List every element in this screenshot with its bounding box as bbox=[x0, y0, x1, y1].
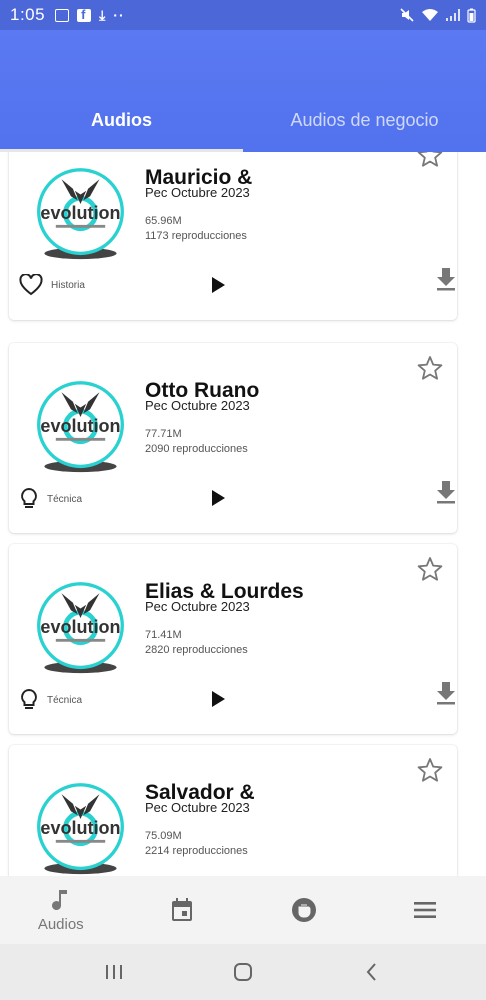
audio-size: 71.41M bbox=[145, 629, 182, 641]
play-icon[interactable] bbox=[209, 489, 227, 507]
download-notification-icon: ⤓ bbox=[99, 6, 106, 23]
audio-card[interactable]: evolution Mauricio & Pec Octubre 2023 65.96… bbox=[9, 152, 457, 320]
nav-menu[interactable] bbox=[365, 876, 486, 944]
audio-category-label: Técnica bbox=[47, 493, 83, 505]
nav-calendar[interactable] bbox=[122, 876, 244, 944]
logo-text: evolution bbox=[40, 416, 120, 436]
mute-icon bbox=[400, 8, 414, 22]
favorite-star-icon[interactable] bbox=[417, 355, 443, 381]
music-note-icon bbox=[51, 889, 67, 910]
audio-size: 75.09M bbox=[145, 830, 182, 842]
audio-subtitle: Pec Octubre 2023 bbox=[145, 599, 250, 614]
bottom-nav: Audios bbox=[0, 876, 486, 944]
audio-subtitle: Pec Octubre 2023 bbox=[145, 185, 250, 200]
wifi-icon bbox=[422, 9, 438, 21]
audio-plays: 2090 reproducciones bbox=[145, 443, 248, 455]
status-time: 1:05 bbox=[10, 5, 46, 24]
back-icon[interactable] bbox=[361, 961, 383, 983]
calendar-icon bbox=[172, 898, 193, 921]
home-icon[interactable] bbox=[232, 961, 254, 983]
menu-icon bbox=[414, 902, 437, 918]
evolution-logo: evolution bbox=[33, 781, 128, 876]
system-nav-bar bbox=[0, 944, 486, 1000]
audio-size: 77.71M bbox=[145, 428, 182, 440]
lightbulb-icon bbox=[19, 487, 39, 511]
audio-card[interactable]: evolution Salvador & Pec Octubre 2023 75.09… bbox=[9, 745, 457, 876]
facebook-notification-icon bbox=[77, 7, 92, 22]
audio-category: Historia bbox=[19, 274, 85, 296]
signal-icon bbox=[446, 9, 460, 21]
audio-subtitle: Pec Octubre 2023 bbox=[145, 800, 250, 815]
audio-list[interactable]: evolution Mauricio & Pec Octubre 2023 65.96… bbox=[0, 152, 486, 876]
audio-category: Técnica bbox=[19, 487, 82, 511]
recent-apps-icon[interactable] bbox=[103, 962, 125, 982]
play-icon[interactable] bbox=[209, 276, 227, 294]
play-icon[interactable] bbox=[209, 690, 227, 708]
nav-fist[interactable] bbox=[243, 876, 365, 944]
audio-card[interactable]: evolution Elias & Lourdes Pec Octubre 2023… bbox=[9, 544, 457, 734]
more-notifications-icon: ·· bbox=[113, 7, 125, 23]
logo-text: evolution bbox=[40, 617, 120, 637]
download-icon[interactable] bbox=[435, 479, 457, 505]
download-icon[interactable] bbox=[435, 266, 457, 292]
gallery-notification-icon bbox=[55, 8, 70, 22]
audio-subtitle: Pec Octubre 2023 bbox=[145, 398, 250, 413]
audio-card[interactable]: evolution Otto Ruano Pec Octubre 2023 77.71… bbox=[9, 343, 457, 533]
lightbulb-icon bbox=[19, 688, 39, 712]
favorite-star-icon[interactable] bbox=[417, 556, 443, 582]
audio-plays: 1173 reproducciones bbox=[145, 230, 247, 242]
tab-audios-negocio[interactable]: Audios de negocio bbox=[243, 90, 486, 152]
audio-category-label: Historia bbox=[51, 279, 85, 291]
evolution-logo: evolution bbox=[33, 379, 128, 474]
app-bar: Audios Audios de negocio bbox=[0, 30, 486, 152]
favorite-star-icon[interactable] bbox=[417, 152, 443, 168]
heart-icon bbox=[19, 274, 43, 296]
audio-size: 65.96M bbox=[145, 215, 182, 227]
logo-text: evolution bbox=[40, 203, 120, 223]
audio-plays: 2820 reproducciones bbox=[145, 644, 248, 656]
status-bar: 1:05 ⤓ ·· bbox=[0, 0, 486, 30]
logo-text: evolution bbox=[40, 818, 120, 838]
evolution-logo: evolution bbox=[33, 580, 128, 675]
nav-audios[interactable]: Audios bbox=[0, 876, 122, 944]
fist-icon bbox=[291, 898, 316, 922]
nav-audios-label: Audios bbox=[37, 915, 84, 933]
tab-bar: Audios Audios de negocio bbox=[0, 90, 486, 152]
audio-category: Técnica bbox=[19, 688, 82, 712]
audio-plays: 2214 reproducciones bbox=[145, 845, 248, 857]
favorite-star-icon[interactable] bbox=[417, 757, 443, 783]
download-icon[interactable] bbox=[435, 680, 457, 706]
battery-icon bbox=[467, 8, 476, 23]
tab-audios[interactable]: Audios bbox=[0, 90, 243, 152]
evolution-logo: evolution bbox=[33, 166, 128, 261]
audio-category-label: Técnica bbox=[47, 694, 83, 706]
